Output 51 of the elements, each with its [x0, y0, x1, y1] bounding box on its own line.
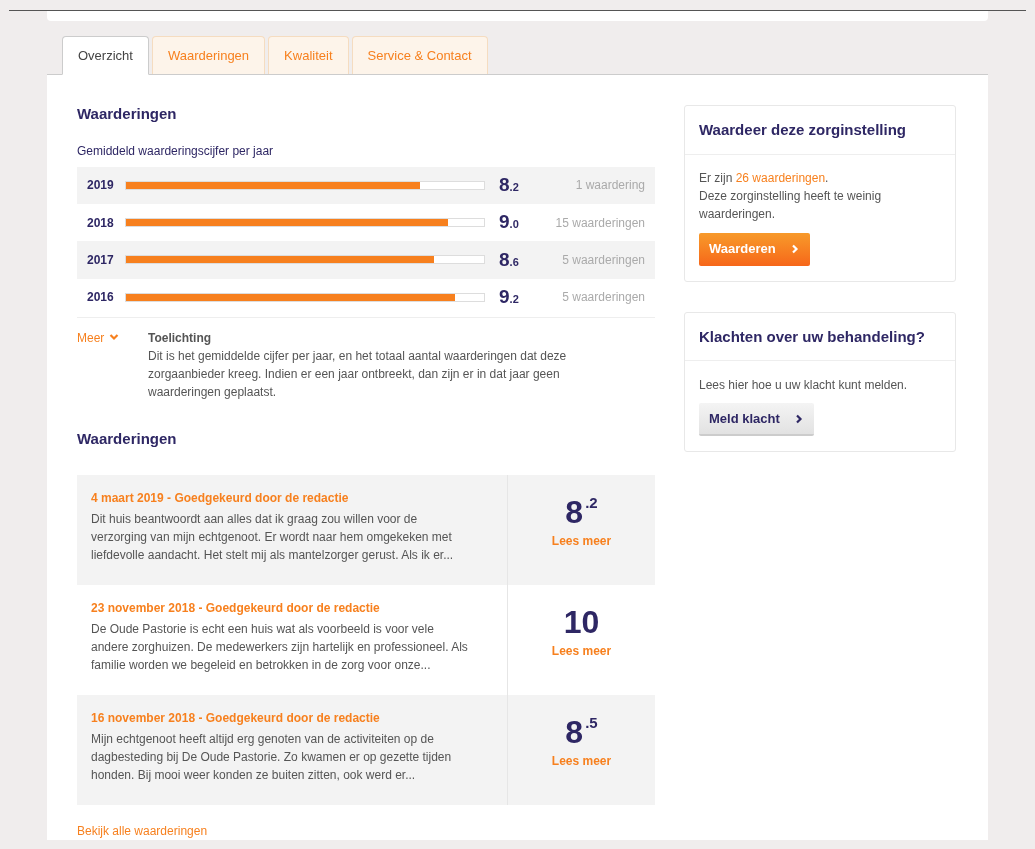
rating-count: 15 waarderingen: [554, 214, 645, 232]
review-title[interactable]: 4 maart 2019 - Goedgekeurd door de redactie: [91, 488, 493, 507]
review-text: Dit huis beantwoordt aan alles dat ik graag zou willen voor de verzorging van mijn echtgenoot. Er wordt naar hem omgekeken met liefdevolle aandacht. Het stelt mij als mantelzorger gerust. Als ik er...: [91, 510, 455, 564]
score-decimal: .6: [509, 255, 519, 270]
explanation-text: Dit is het gemiddelde cijfer per jaar, en het totaal aantal waarderingen dat deze zorgaanbieder kreeg. Indien er een jaar ontbreekt, dan zijn er in dat jaar geen waarderingen geplaatst.: [148, 348, 568, 401]
review-score: 8: [565, 712, 584, 751]
year-label: 2019: [87, 177, 115, 195]
chevron-right-icon: [793, 413, 804, 424]
year-label: 2016: [87, 289, 115, 307]
score-decimal: .2: [585, 492, 598, 513]
rating-count-text: Er zijn 26 waarderingen.: [699, 169, 830, 187]
score-value: 8: [499, 247, 510, 272]
score-value: 9: [499, 210, 510, 235]
score-decimal: .2: [509, 293, 519, 308]
review-title[interactable]: 23 november 2018 - Goedgekeurd door de redactie: [91, 598, 493, 617]
score-decimal: .2: [509, 180, 519, 195]
card-text: Lees hier hoe u uw klacht kunt melden.: [699, 377, 909, 394]
chevron-down-icon: [109, 332, 120, 342]
read-more-link[interactable]: Lees meer: [551, 641, 612, 660]
section-heading: Waarderingen: [77, 429, 178, 449]
rate-button[interactable]: Waarderen: [699, 232, 810, 266]
read-more-link[interactable]: Lees meer: [551, 531, 612, 550]
rating-count: 1 waardering: [574, 177, 645, 195]
rating-count: 5 waarderingen: [561, 251, 645, 269]
card-text: Deze zorginstelling heeft te weinig waarderingen.: [699, 187, 883, 223]
chart-subheading: Gemiddeld waarderingscijfer per jaar: [77, 142, 275, 160]
review-text: Mijn echtgenoot heeft altijd erg genoten van de activiteiten op de dagbesteding bij De Oude Pastorie. Zo kwamen er op gezette tijden honden. Bij mooi weer konden ze buiten zitten, ook werd er...: [91, 730, 453, 784]
explanation-title: Toelichting: [148, 330, 213, 347]
chevron-right-icon: [789, 244, 800, 254]
rating-count: 5 waarderingen: [561, 289, 645, 307]
complaint-button[interactable]: Meld klacht: [699, 403, 814, 436]
review-text: De Oude Pastorie is echt een huis wat als voorbeeld is voor vele andere zorghuizen. De medewerkers zijn hartelijk en professioneel. Als familie worden we begeleid en betrokken in de zorg voor onze...: [91, 620, 469, 674]
card-title: Klachten over uw behandeling?: [685, 312, 955, 361]
tab[interactable]: Kwaliteit: [268, 36, 349, 74]
year-label: 2017: [87, 251, 115, 269]
score-decimal: .0: [509, 218, 519, 233]
review-score: 10: [563, 602, 600, 641]
all-reviews-link[interactable]: Bekijk alle waarderingen: [77, 821, 208, 840]
tab[interactable]: Overzicht: [62, 36, 149, 75]
score-value: 8: [499, 172, 510, 197]
score-decimal: .5: [585, 712, 598, 733]
tab[interactable]: Waarderingen: [151, 36, 266, 74]
card-title: Waardeer deze zorginstelling: [685, 106, 955, 155]
more-link[interactable]: Meer: [77, 329, 105, 347]
score-value: 9: [499, 285, 510, 310]
tab[interactable]: Service & Contact: [351, 36, 488, 74]
review-title[interactable]: 16 november 2018 - Goedgekeurd door de redactie: [91, 708, 493, 727]
year-label: 2018: [87, 214, 115, 232]
review-score: 8: [565, 492, 584, 531]
read-more-link[interactable]: Lees meer: [551, 751, 612, 770]
section-heading: Waarderingen: [77, 104, 178, 124]
